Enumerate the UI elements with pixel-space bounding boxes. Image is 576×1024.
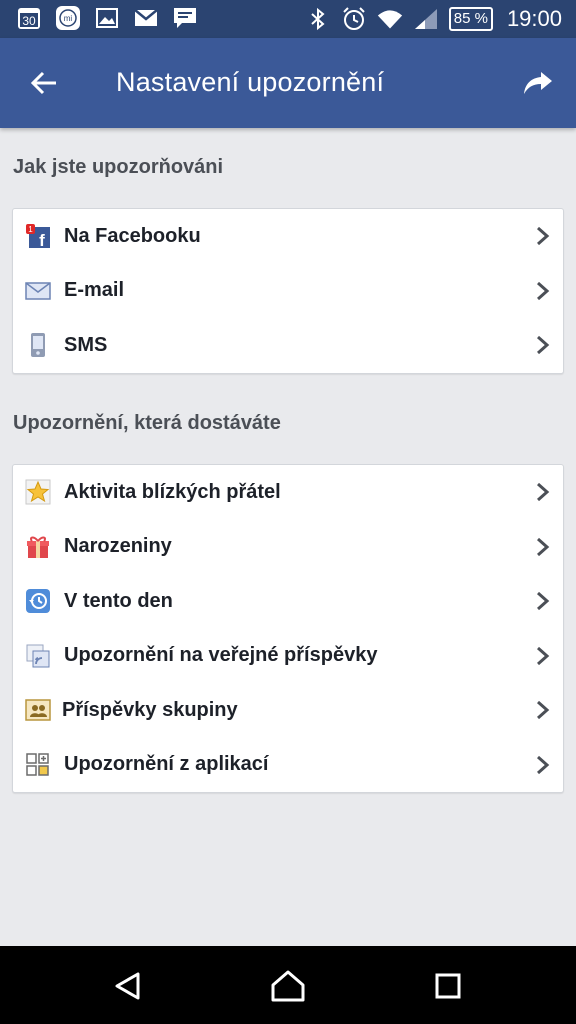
row-v-tento-den[interactable]: V tento den [13,574,563,629]
section-header-what: Upozornění, která dostáváte [13,412,281,434]
system-navigation-bar [0,946,576,1024]
back-button[interactable] [20,62,68,104]
chevron-right-icon [537,336,550,355]
gmail-icon [133,5,159,31]
page-title: Nastavení upozornění [116,67,385,97]
chevron-right-icon [537,701,550,720]
triangle-back-icon [115,972,140,1000]
status-bar: 30 mi 85 % 19:00 [0,0,576,38]
row-label: Upozornění na veřejné příspěvky [64,644,378,667]
chevron-right-icon [537,483,550,502]
row-sms[interactable]: SMS [13,318,563,373]
row-label: V tento den [64,589,173,612]
row-upozorneni-z-aplikaci[interactable]: Upozornění z aplikací [13,738,563,793]
facebook-notification-icon: f1 [25,223,51,249]
row-label: Na Facebooku [64,224,201,247]
svg-text:1: 1 [28,225,33,234]
row-email[interactable]: E-mail [13,264,563,319]
chevron-right-icon [537,592,550,611]
chevron-right-icon [537,537,550,556]
arrow-left-icon [30,71,56,95]
gift-icon [25,534,51,560]
star-icon [25,479,51,505]
recents-square-icon [435,973,461,999]
wifi-icon [377,6,403,32]
row-label: Aktivita blízkých přátel [64,480,281,503]
row-na-facebooku[interactable]: f1 Na Facebooku [13,209,563,264]
share-button[interactable] [514,62,562,104]
apps-icon [25,752,51,778]
row-label: E-mail [64,279,125,302]
share-icon [524,72,552,94]
row-prispevky-skupiny[interactable]: Příspěvky skupiny [13,683,563,738]
row-label: Upozornění z aplikací [64,753,269,776]
home-icon [271,970,305,1002]
notification-types-card: Aktivita blízkých přátel Narozeniny V te… [12,464,564,793]
chevron-right-icon [537,646,550,665]
alarm-icon [341,6,367,32]
group-icon [25,697,51,723]
battery-indicator: 85 % [448,7,493,31]
message-icon [172,5,198,31]
calendar-icon: 30 [16,5,42,31]
nav-back-button[interactable] [106,964,150,1008]
row-verejne-prispevky[interactable]: Upozornění na veřejné příspěvky [13,629,563,684]
clock: 19:00 [506,6,562,31]
svg-text:30: 30 [22,14,36,28]
row-label: Narozeniny [64,535,172,558]
row-narozeniny[interactable]: Narozeniny [13,520,563,575]
svg-text:f: f [39,231,45,249]
image-icon [94,5,120,31]
signal-icon [413,6,439,32]
mi-app-icon: mi [55,5,81,31]
envelope-icon [25,278,51,304]
history-clock-icon [25,588,51,614]
nav-recents-button[interactable] [426,964,470,1008]
chevron-right-icon [537,281,550,300]
row-aktivita-blizkych-pratel[interactable]: Aktivita blízkých přátel [13,465,563,520]
section-header-how: Jak jste upozorňováni [13,156,224,178]
nav-home-button[interactable] [266,964,310,1008]
phone-icon [25,332,51,358]
bluetooth-icon [305,6,331,32]
row-label: Příspěvky skupiny [62,698,238,721]
chevron-right-icon [537,227,550,246]
public-posts-icon [25,643,51,669]
chevron-right-icon [537,755,550,774]
app-bar: Nastavení upozornění [0,38,576,128]
notification-channels-card: f1 Na Facebooku E-mail SMS [12,208,564,374]
row-label: SMS [64,333,108,356]
svg-text:mi: mi [64,14,73,23]
